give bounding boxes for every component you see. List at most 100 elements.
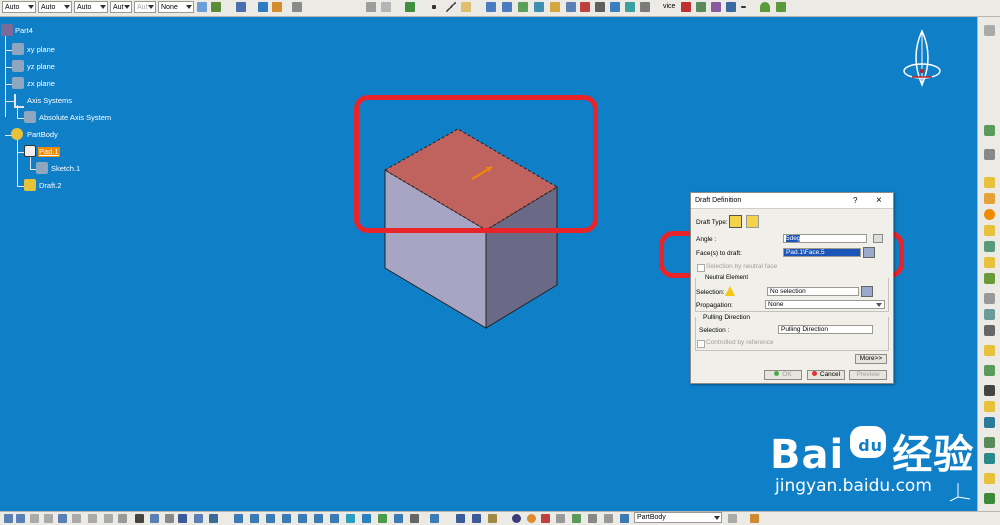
copy-icon[interactable]	[44, 514, 53, 523]
boolean-tool-icon[interactable]	[984, 473, 995, 484]
comment-icon[interactable]	[150, 514, 159, 523]
tools-icon[interactable]	[728, 514, 737, 523]
compass-widget[interactable]	[898, 27, 948, 97]
point-type-combo[interactable]: Aut	[134, 1, 156, 13]
undo-icon[interactable]	[486, 2, 496, 12]
controlled-by-reference-checkbox[interactable]	[697, 340, 705, 348]
shell-tool-icon[interactable]	[984, 345, 995, 356]
zoom-out-icon[interactable]	[314, 514, 323, 523]
hide-show-icon[interactable]	[378, 514, 387, 523]
help-icon[interactable]	[104, 514, 113, 523]
point-icon[interactable]	[432, 5, 436, 9]
hole-tool-icon[interactable]	[984, 241, 995, 252]
spline-icon[interactable]	[776, 2, 786, 12]
zoom-in-icon[interactable]	[298, 514, 307, 523]
redo-icon[interactable]	[88, 514, 97, 523]
neutral-select-icon[interactable]	[861, 286, 873, 297]
mirror-tool-icon[interactable]	[984, 417, 995, 428]
neutral-selection-field[interactable]: No selection	[767, 287, 859, 296]
sketch-icon[interactable]	[405, 2, 415, 12]
faces-field[interactable]: Pad.1\Face.5	[783, 248, 861, 257]
close-button[interactable]: ×	[876, 193, 882, 208]
groove-tool-icon[interactable]	[984, 225, 995, 236]
measure-icon[interactable]	[456, 514, 465, 523]
angle-spinner[interactable]	[873, 234, 883, 243]
image-icon[interactable]	[209, 514, 218, 523]
arc-icon[interactable]	[760, 2, 770, 12]
iso-view-icon[interactable]	[346, 514, 355, 523]
split-tool-icon[interactable]	[984, 401, 995, 412]
undo-icon[interactable]	[72, 514, 81, 523]
lock-icon[interactable]	[488, 514, 497, 523]
pocket-tool-icon[interactable]	[984, 193, 995, 204]
variable-draft-icon[interactable]	[746, 215, 759, 228]
layer-filter-icon[interactable]	[604, 514, 613, 523]
swap-icon[interactable]	[394, 514, 403, 523]
render-icon[interactable]	[625, 2, 635, 12]
selection-trap-icon[interactable]	[258, 2, 268, 12]
filter-icon[interactable]	[588, 514, 597, 523]
normal-view-icon[interactable]	[330, 514, 339, 523]
table-icon[interactable]	[178, 514, 187, 523]
pin-icon[interactable]	[165, 514, 174, 523]
layer-combo[interactable]: None	[158, 1, 194, 13]
shaft-tool-icon[interactable]	[984, 209, 995, 220]
tool-icon[interactable]	[984, 149, 995, 160]
color-combo[interactable]: Auto	[2, 1, 36, 13]
catalog-icon[interactable]	[194, 514, 203, 523]
cancel-button[interactable]: Cancel	[807, 370, 845, 380]
open-icon[interactable]	[16, 514, 25, 523]
tag-icon[interactable]	[711, 2, 721, 12]
rotate-icon[interactable]	[518, 2, 528, 12]
paste-icon[interactable]	[58, 514, 67, 523]
copy-icon[interactable]	[381, 2, 391, 12]
constraint-icon[interactable]	[681, 2, 691, 12]
formula-icon[interactable]	[135, 514, 144, 523]
line-thickness-combo[interactable]: Auto	[74, 1, 108, 13]
select-icon[interactable]	[236, 2, 246, 12]
analysis-icon[interactable]	[595, 2, 605, 12]
faces-select-icon[interactable]	[863, 247, 875, 258]
chamfer-tool-icon[interactable]	[984, 309, 995, 320]
fly-icon[interactable]	[234, 514, 243, 523]
parameter-icon[interactable]	[620, 514, 629, 523]
hand-icon[interactable]	[696, 2, 706, 12]
linetype-combo[interactable]: Aut	[110, 1, 132, 13]
axis-icon[interactable]	[726, 2, 736, 12]
rib-tool-icon[interactable]	[984, 257, 995, 268]
redo-icon[interactable]	[502, 2, 512, 12]
whatsthis-icon[interactable]	[118, 514, 127, 523]
plane-icon[interactable]	[461, 2, 471, 12]
snap-icon[interactable]	[292, 2, 302, 12]
thread-tool-icon[interactable]	[984, 385, 995, 396]
more-button[interactable]: More>>	[855, 354, 887, 364]
pad-tool-icon[interactable]	[984, 177, 995, 188]
help-button[interactable]: ?	[853, 193, 857, 208]
thickness-tool-icon[interactable]	[984, 365, 995, 376]
neutral-face-checkbox[interactable]	[697, 264, 705, 272]
tree-icon[interactable]	[572, 514, 581, 523]
fillet-tool-icon[interactable]	[984, 293, 995, 304]
painter-icon[interactable]	[197, 2, 207, 12]
material-icon[interactable]	[541, 514, 550, 523]
transparency-combo[interactable]: Auto	[38, 1, 72, 13]
scale-tool-icon[interactable]	[984, 453, 995, 464]
draft-tool-icon[interactable]	[984, 325, 995, 336]
preview-button[interactable]: Preview	[849, 370, 887, 380]
properties-icon[interactable]	[211, 2, 221, 12]
stop-icon[interactable]	[580, 2, 590, 12]
catalog-icon[interactable]	[550, 2, 560, 12]
line-icon[interactable]	[446, 2, 456, 12]
body-select[interactable]: PartBody	[634, 512, 722, 523]
tool-icon[interactable]	[984, 125, 995, 136]
assemble-tool-icon[interactable]	[984, 493, 995, 504]
view-cube-icon[interactable]	[610, 2, 620, 12]
rotate-icon[interactable]	[282, 514, 291, 523]
pulling-selection-field[interactable]: Pulling Direction	[778, 325, 873, 334]
spiral-icon[interactable]	[512, 514, 521, 523]
new-icon[interactable]	[4, 514, 13, 523]
fit-all-icon[interactable]	[250, 514, 259, 523]
cut-icon[interactable]	[30, 514, 39, 523]
pan-icon[interactable]	[266, 514, 275, 523]
slot-tool-icon[interactable]	[984, 273, 995, 284]
